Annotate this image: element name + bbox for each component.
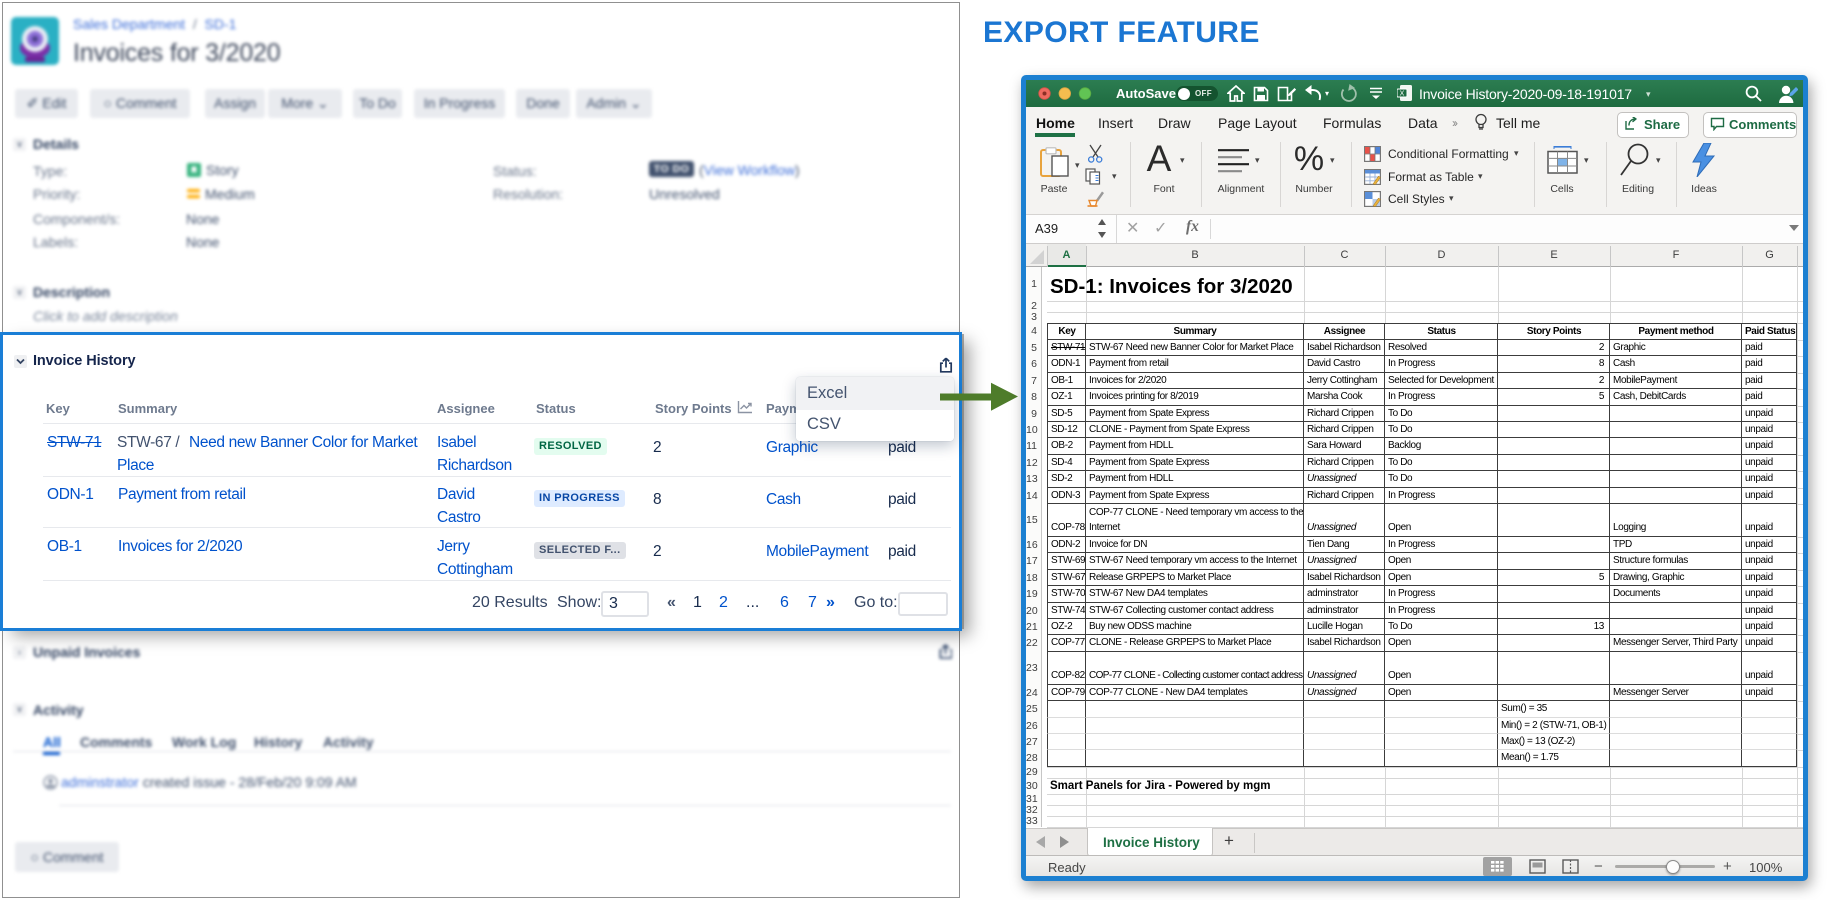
- svg-text:X: X: [1400, 91, 1405, 98]
